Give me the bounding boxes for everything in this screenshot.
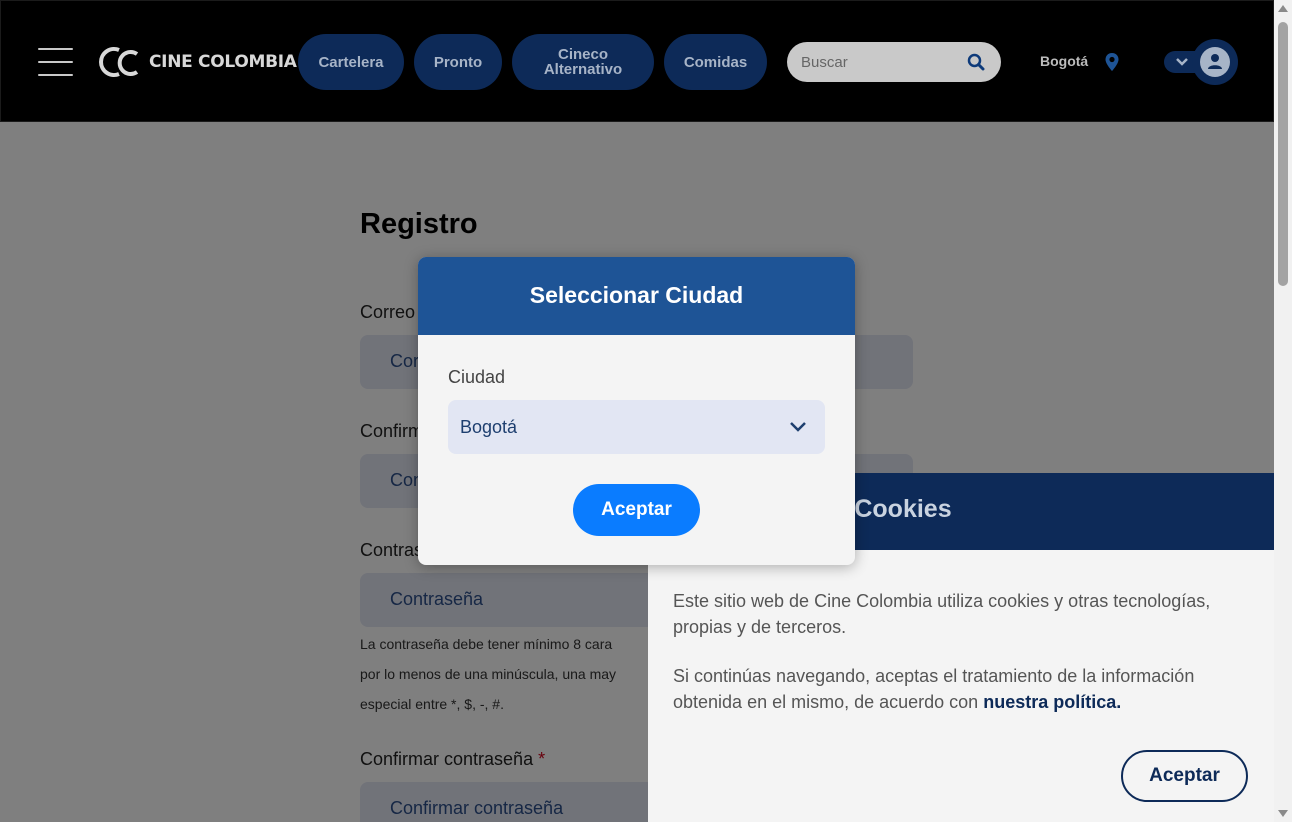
current-city[interactable]: Bogotá [1040, 53, 1088, 69]
nav-cineco-alternativo[interactable]: Cineco Alternativo [512, 34, 654, 90]
logo-text: CINE COLOMBIA [149, 52, 297, 72]
city-modal: Seleccionar Ciudad Ciudad Bogotá Aceptar [418, 257, 855, 565]
city-select-value: Bogotá [460, 417, 518, 437]
cookie-policy-link[interactable]: nuestra política. [983, 692, 1121, 712]
scrollbar[interactable] [1274, 0, 1292, 822]
nav-pronto[interactable]: Pronto [414, 34, 502, 90]
cookie-accept-button[interactable]: Aceptar [1121, 750, 1248, 802]
modal-header: Seleccionar Ciudad [418, 257, 855, 335]
cookie-text-1: Este sitio web de Cine Colombia utiliza … [673, 591, 1211, 637]
scroll-up-arrow-icon[interactable] [1278, 5, 1288, 12]
avatar-circle [1200, 47, 1230, 77]
city-label: Ciudad [448, 367, 506, 387]
logo-mark-icon [99, 47, 139, 77]
modal-title: Seleccionar Ciudad [529, 282, 744, 308]
cookie-text-2: Si continúas navegando, aceptas el trata… [673, 666, 1195, 712]
city-accept-button[interactable]: Aceptar [573, 484, 700, 536]
city-select[interactable]: Bogotá [448, 400, 825, 454]
site-header: CINE COLOMBIA Cartelera Pronto Cineco Al… [0, 0, 1274, 122]
search-bar [787, 42, 1001, 82]
menu-icon[interactable] [38, 48, 73, 76]
search-input[interactable] [801, 51, 961, 73]
scroll-thumb[interactable] [1278, 22, 1288, 286]
logo[interactable]: CINE COLOMBIA [93, 43, 297, 81]
search-icon[interactable] [967, 53, 985, 71]
chevron-down-icon [790, 422, 806, 432]
chevron-down-icon[interactable] [1175, 56, 1189, 68]
scroll-down-arrow-icon[interactable] [1278, 810, 1288, 817]
nav-comidas[interactable]: Comidas [664, 34, 767, 90]
nav-cartelera[interactable]: Cartelera [298, 34, 404, 90]
location-pin-icon[interactable] [1104, 52, 1120, 72]
avatar[interactable] [1192, 39, 1238, 85]
user-icon [1208, 54, 1222, 69]
